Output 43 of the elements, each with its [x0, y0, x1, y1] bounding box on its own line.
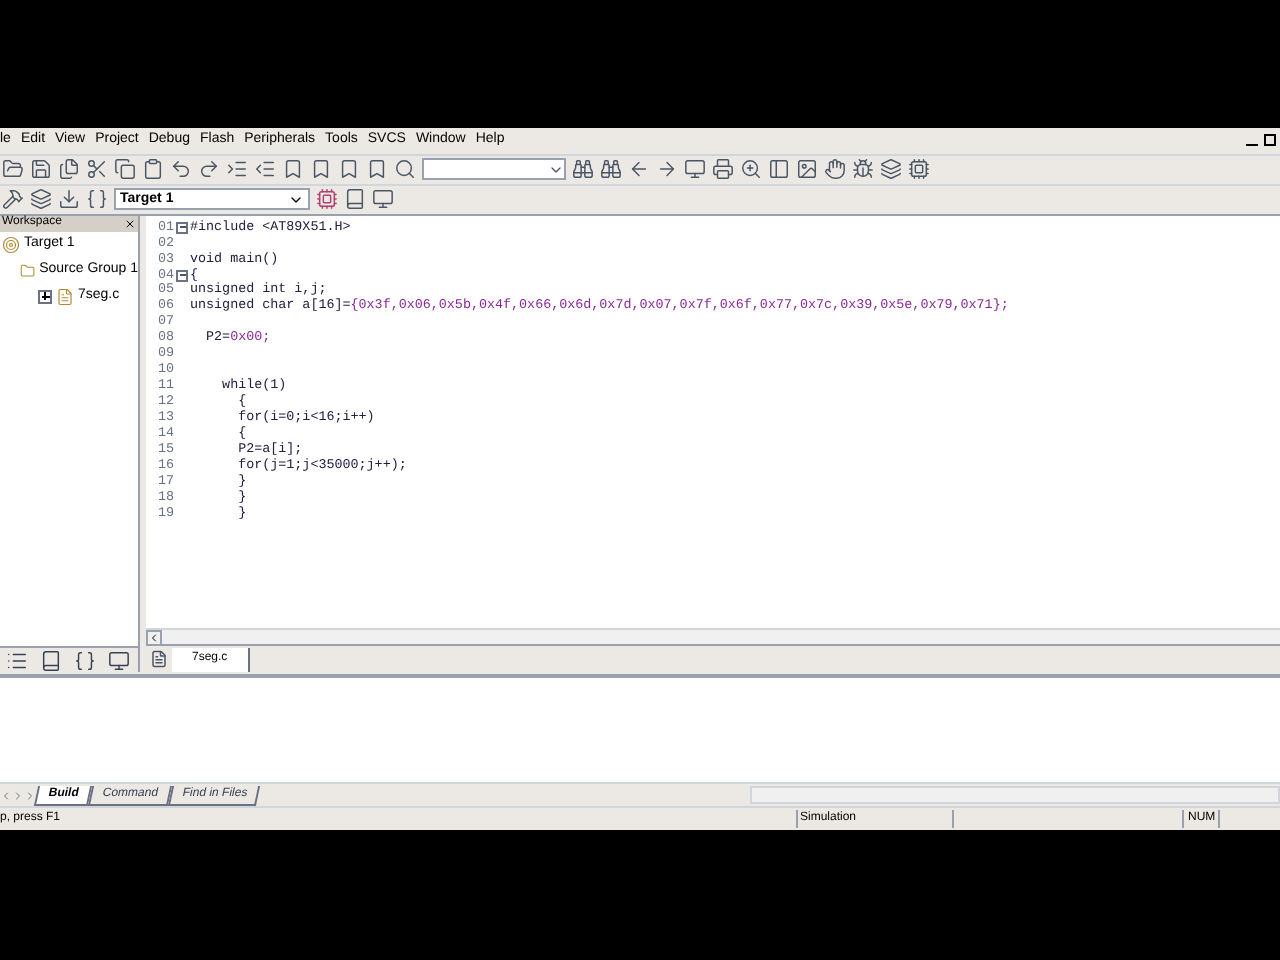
bookmark-icon[interactable]	[338, 158, 360, 181]
redo-icon[interactable]	[198, 158, 220, 181]
build-icon[interactable]	[2, 188, 24, 211]
outdent-icon[interactable]	[254, 158, 276, 181]
hand-icon[interactable]	[824, 158, 846, 181]
load-icon[interactable]	[58, 188, 80, 211]
chip-icon[interactable]	[908, 158, 930, 181]
copy-icon[interactable]	[114, 158, 136, 181]
bug-icon[interactable]	[852, 158, 874, 181]
restore-icon[interactable]	[1264, 134, 1276, 147]
print-icon[interactable]	[712, 158, 734, 181]
save-all-icon[interactable]	[58, 158, 80, 181]
forward-arrow-icon[interactable]	[656, 158, 678, 181]
file-icon	[150, 650, 168, 669]
horizontal-scrollbar[interactable]	[750, 786, 1280, 805]
target-icon	[2, 235, 20, 254]
zoom-icon[interactable]	[740, 158, 762, 181]
scroll-left-icon[interactable]	[146, 629, 162, 646]
bookmark-icon[interactable]	[366, 158, 388, 181]
functions-tab-icon[interactable]	[74, 649, 96, 672]
close-icon[interactable]	[124, 217, 136, 230]
find-icon[interactable]	[394, 158, 416, 181]
save-icon[interactable]	[30, 158, 52, 181]
books-tab-icon[interactable]	[40, 649, 62, 672]
bookmark-icon[interactable]	[282, 158, 304, 181]
binoculars-icon[interactable]	[572, 158, 594, 181]
bookmark-icon[interactable]	[310, 158, 332, 181]
indent-icon[interactable]	[226, 158, 248, 181]
undo-icon[interactable]	[170, 158, 192, 181]
layers-icon[interactable]	[880, 158, 902, 181]
folder-icon	[20, 261, 36, 280]
fold-box-icon[interactable]	[176, 221, 188, 234]
back-arrow-icon[interactable]	[628, 158, 650, 181]
fold-box-icon[interactable]	[176, 269, 188, 282]
expand-box-icon[interactable]	[38, 289, 52, 304]
horizontal-scrollbar[interactable]	[146, 628, 1280, 645]
monitor-icon[interactable]	[372, 188, 394, 211]
binoculars-icon[interactable]	[600, 158, 622, 181]
cut-icon[interactable]	[86, 158, 108, 181]
book-icon[interactable]	[344, 188, 366, 211]
file-icon	[56, 287, 74, 306]
open-folder-icon[interactable]	[2, 158, 24, 181]
paste-icon[interactable]	[142, 158, 164, 181]
